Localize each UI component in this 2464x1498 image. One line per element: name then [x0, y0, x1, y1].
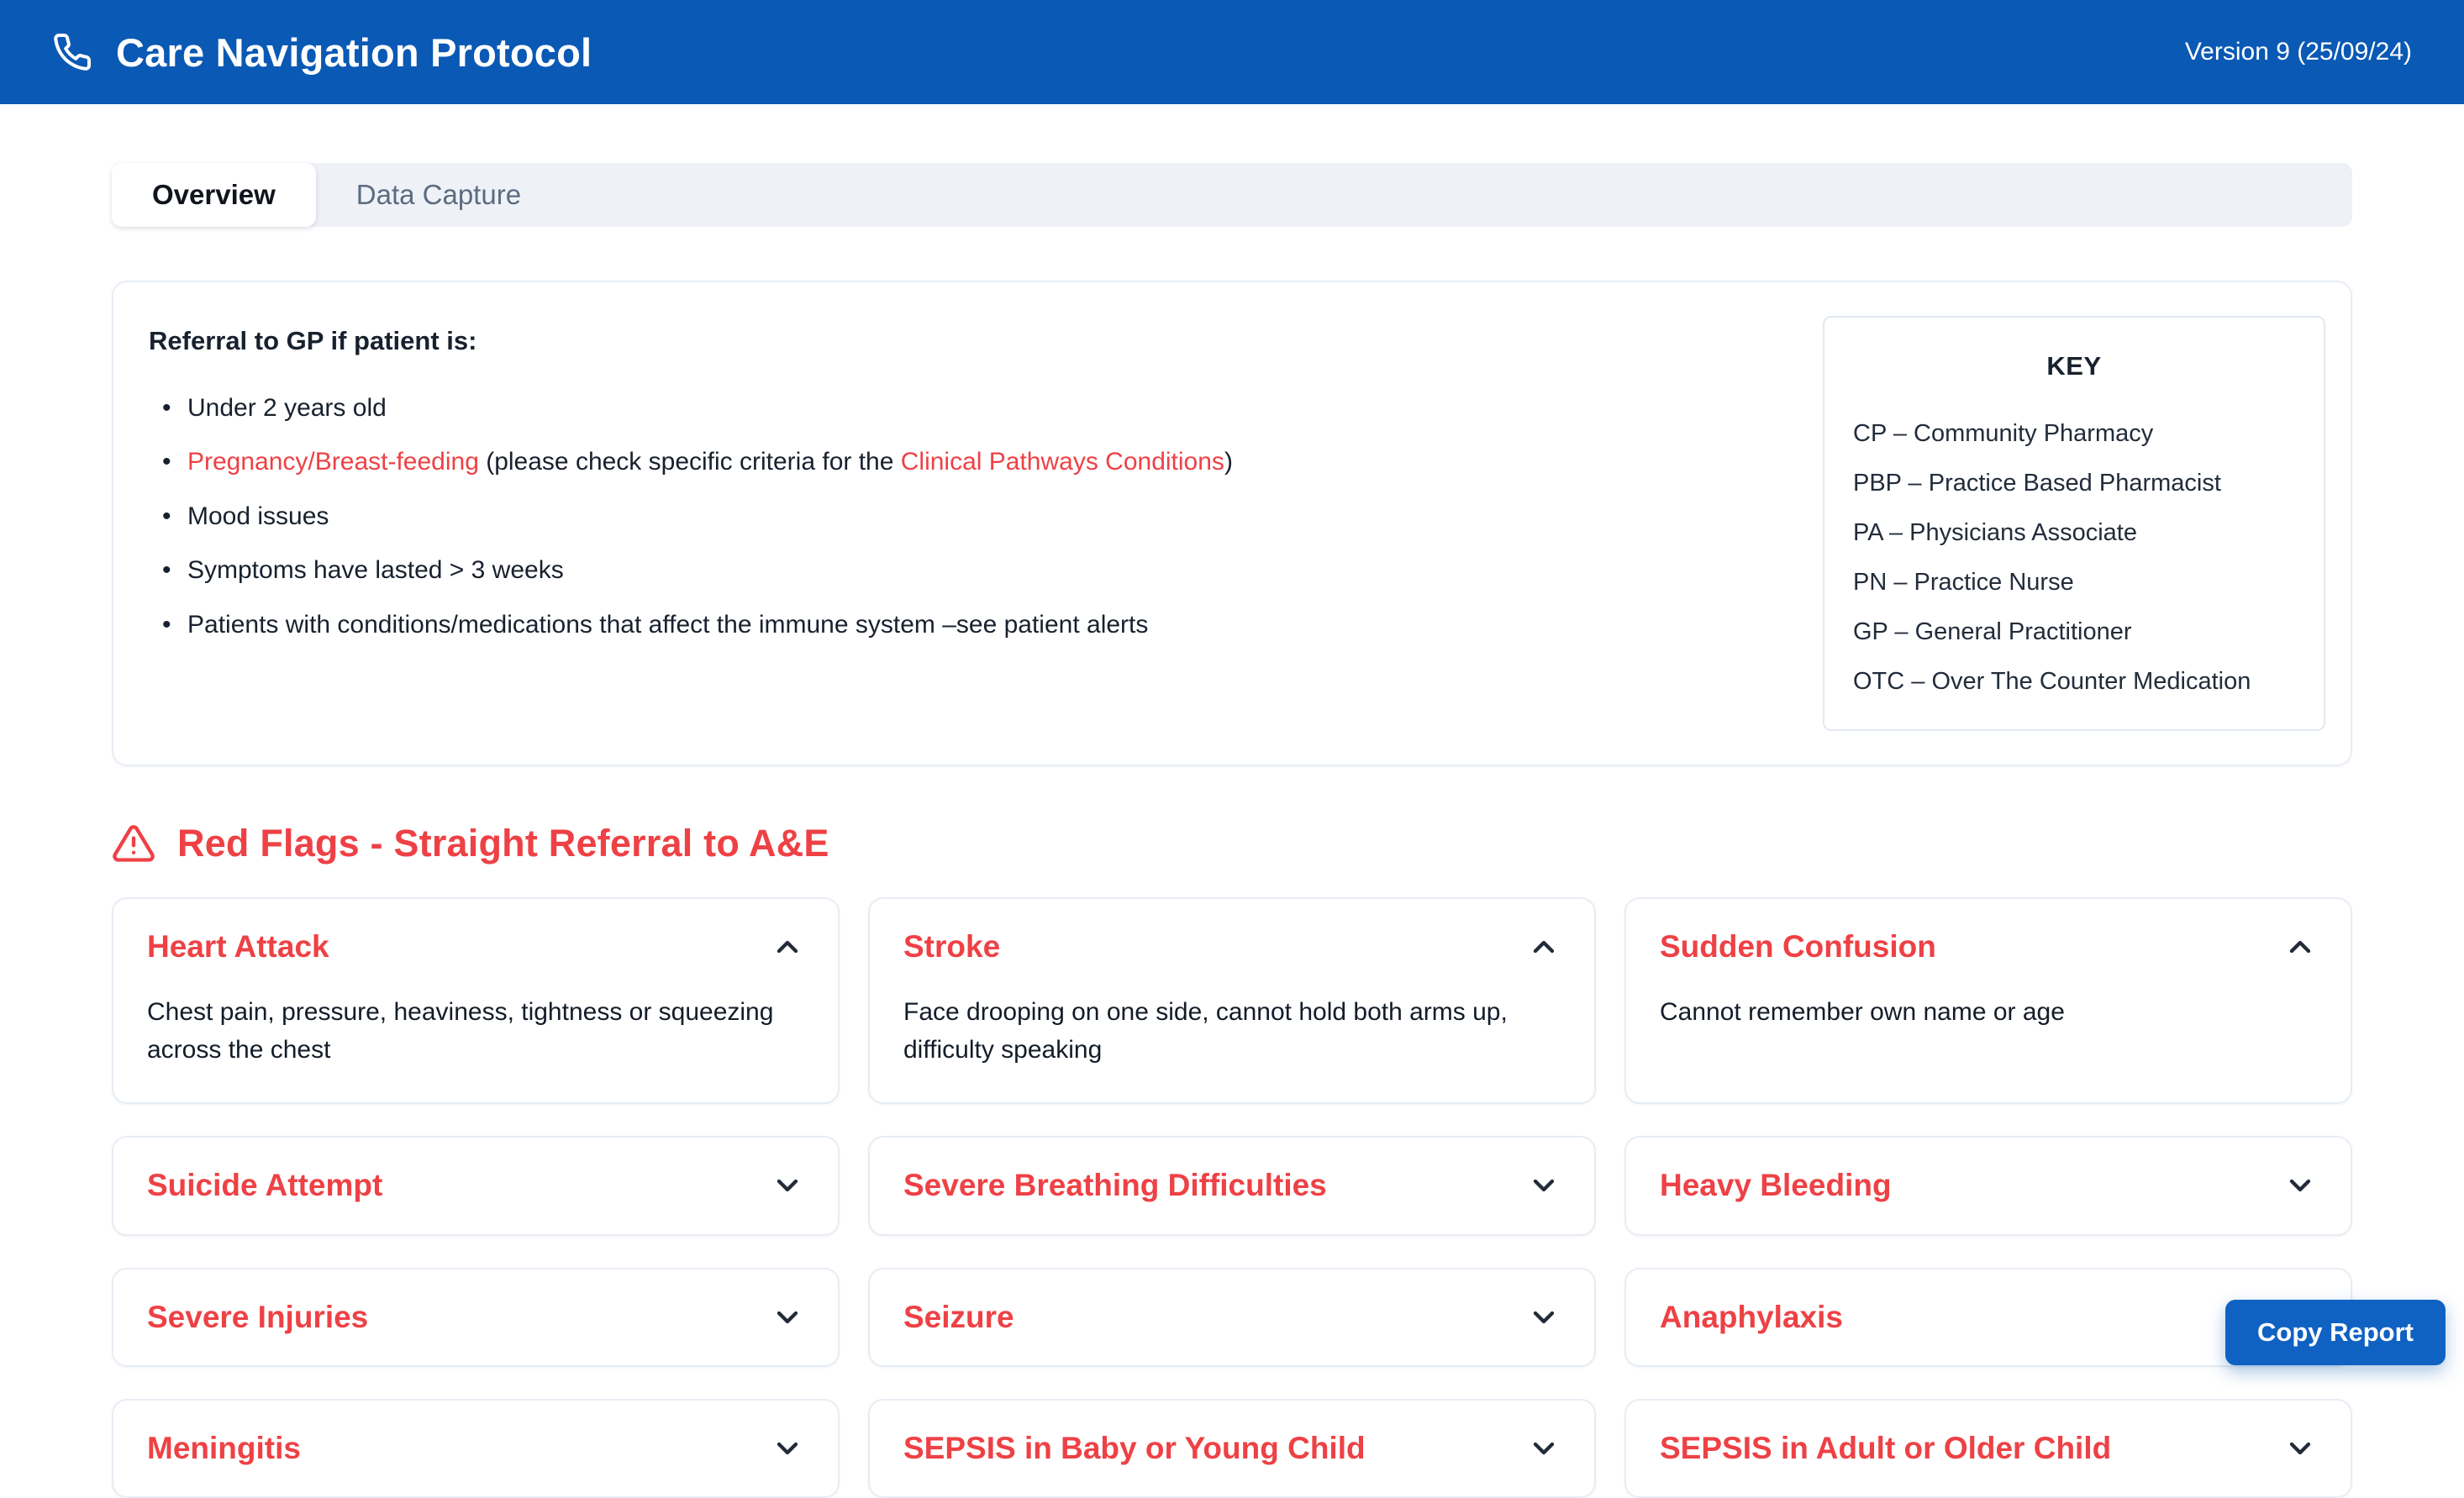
referral-bullet: Symptoms have lasted > 3 weeks [149, 550, 1233, 590]
card-toggle[interactable]: Seizure [903, 1298, 1561, 1337]
card-description: Chest pain, pressure, heaviness, tightne… [147, 993, 804, 1069]
card-description: Face drooping on one side, cannot hold b… [903, 993, 1561, 1069]
chevron-down-icon[interactable] [1527, 1301, 1561, 1334]
chevron-down-icon[interactable] [771, 1169, 804, 1202]
key-item: PA – Physicians Associate [1853, 519, 2295, 547]
key-item: CP – Community Pharmacy [1853, 420, 2295, 448]
header-brand: Care Navigation Protocol [52, 29, 592, 76]
card-toggle[interactable]: Heavy Bleeding [1660, 1166, 2317, 1205]
red-flags-title: Red Flags - Straight Referral to A&E [177, 822, 829, 865]
card-title: Suicide Attempt [147, 1166, 382, 1205]
card-toggle[interactable]: SEPSIS in Baby or Young Child [903, 1429, 1561, 1468]
red-flag-card: SEPSIS in Adult or Older Child [1624, 1399, 2352, 1498]
bullet-text-segment: Under 2 years old [187, 394, 387, 422]
card-title: Severe Injuries [147, 1298, 368, 1337]
clinical-pathways-link[interactable]: Clinical Pathways Conditions [901, 448, 1224, 476]
red-flags-heading: Red Flags - Straight Referral to A&E [112, 822, 2352, 865]
red-flag-card: Seizure [868, 1268, 1596, 1367]
main-content: Overview Data Capture Referral to GP if … [112, 163, 2352, 1498]
bullet-text-segment: Symptoms have lasted > 3 weeks [187, 556, 564, 584]
chevron-down-icon[interactable] [2283, 1169, 2317, 1202]
red-flag-card: Meningitis [112, 1399, 840, 1498]
chevron-down-icon[interactable] [1527, 1432, 1561, 1465]
red-flag-card: Heavy Bleeding [1624, 1136, 2352, 1235]
card-description: Cannot remember own name or age [1660, 993, 2317, 1031]
card-title: SEPSIS in Adult or Older Child [1660, 1429, 2111, 1468]
card-title: Anaphylaxis [1660, 1298, 1843, 1337]
card-toggle[interactable]: Meningitis [147, 1429, 804, 1468]
card-toggle[interactable]: Stroke [903, 928, 1561, 966]
tab-data-capture[interactable]: Data Capture [316, 163, 561, 227]
warning-triangle-icon [112, 822, 155, 865]
red-flag-card: Severe Injuries [112, 1268, 840, 1367]
card-toggle[interactable]: Anaphylaxis [1660, 1298, 2317, 1337]
card-toggle[interactable]: Heart Attack [147, 928, 804, 966]
referral-criteria: Referral to GP if patient is: Under 2 ye… [149, 316, 1233, 659]
bullet-text-segment: (please check specific criteria for the [479, 448, 901, 476]
version-label: Version 9 (25/09/24) [2185, 38, 2412, 66]
card-title: SEPSIS in Baby or Young Child [903, 1429, 1366, 1468]
key-item: PBP – Practice Based Pharmacist [1853, 470, 2295, 497]
page-title: Care Navigation Protocol [116, 29, 592, 76]
card-title: Sudden Confusion [1660, 928, 1936, 966]
chevron-up-icon[interactable] [771, 930, 804, 964]
bullet-text-segment: ) [1224, 448, 1233, 476]
bullet-text-segment: Mood issues [187, 502, 329, 530]
card-toggle[interactable]: Sudden Confusion [1660, 928, 2317, 966]
red-flag-card: Stroke Face drooping on one side, cannot … [868, 897, 1596, 1104]
key-box: KEY CP – Community Pharmacy PBP – Practic… [1823, 316, 2325, 731]
red-flag-card-grid: Heart Attack Chest pain, pressure, heavin… [112, 897, 2352, 1498]
red-flag-card: Sudden Confusion Cannot remember own name… [1624, 897, 2352, 1104]
referral-heading: Referral to GP if patient is: [149, 326, 1233, 356]
tab-overview[interactable]: Overview [112, 163, 316, 227]
bullet-text-segment: Pregnancy/Breast-feeding [187, 448, 479, 476]
referral-panel: Referral to GP if patient is: Under 2 ye… [112, 281, 2352, 766]
card-title: Severe Breathing Difficulties [903, 1166, 1327, 1205]
referral-bullet: Mood issues [149, 497, 1233, 536]
chevron-down-icon[interactable] [1527, 1169, 1561, 1202]
key-item: GP – General Practitioner [1853, 618, 2295, 646]
red-flag-card: Suicide Attempt [112, 1136, 840, 1235]
referral-bullet: Under 2 years old [149, 388, 1233, 428]
chevron-down-icon[interactable] [2283, 1432, 2317, 1465]
red-flag-card: Severe Breathing Difficulties [868, 1136, 1596, 1235]
card-title: Heart Attack [147, 928, 329, 966]
card-toggle[interactable]: Severe Breathing Difficulties [903, 1166, 1561, 1205]
app-header: Care Navigation Protocol Version 9 (25/0… [0, 0, 2464, 104]
key-item: OTC – Over The Counter Medication [1853, 668, 2295, 696]
referral-bullet-list: Under 2 years old Pregnancy/Breast-feedin… [149, 388, 1233, 644]
card-title: Seizure [903, 1298, 1014, 1337]
bullet-text-segment: Patients with conditions/medications tha… [187, 611, 1148, 639]
key-title: KEY [1853, 351, 2295, 381]
chevron-down-icon[interactable] [771, 1301, 804, 1334]
card-toggle[interactable]: SEPSIS in Adult or Older Child [1660, 1429, 2317, 1468]
card-toggle[interactable]: Suicide Attempt [147, 1166, 804, 1205]
chevron-up-icon[interactable] [2283, 930, 2317, 964]
red-flag-card: SEPSIS in Baby or Young Child [868, 1399, 1596, 1498]
key-item: PN – Practice Nurse [1853, 569, 2295, 597]
card-title: Meningitis [147, 1429, 301, 1468]
tab-bar: Overview Data Capture [112, 163, 2352, 227]
card-toggle[interactable]: Severe Injuries [147, 1298, 804, 1337]
referral-bullet: Pregnancy/Breast-feeding (please check s… [149, 442, 1233, 481]
referral-bullet: Patients with conditions/medications tha… [149, 605, 1233, 644]
red-flag-card: Heart Attack Chest pain, pressure, heavin… [112, 897, 840, 1104]
key-list: CP – Community Pharmacy PBP – Practice Ba… [1853, 420, 2295, 696]
card-title: Heavy Bleeding [1660, 1166, 1892, 1205]
chevron-down-icon[interactable] [771, 1432, 804, 1465]
phone-icon [52, 32, 92, 72]
chevron-up-icon[interactable] [1527, 930, 1561, 964]
copy-report-button[interactable]: Copy Report [2225, 1300, 2446, 1365]
card-title: Stroke [903, 928, 1000, 966]
